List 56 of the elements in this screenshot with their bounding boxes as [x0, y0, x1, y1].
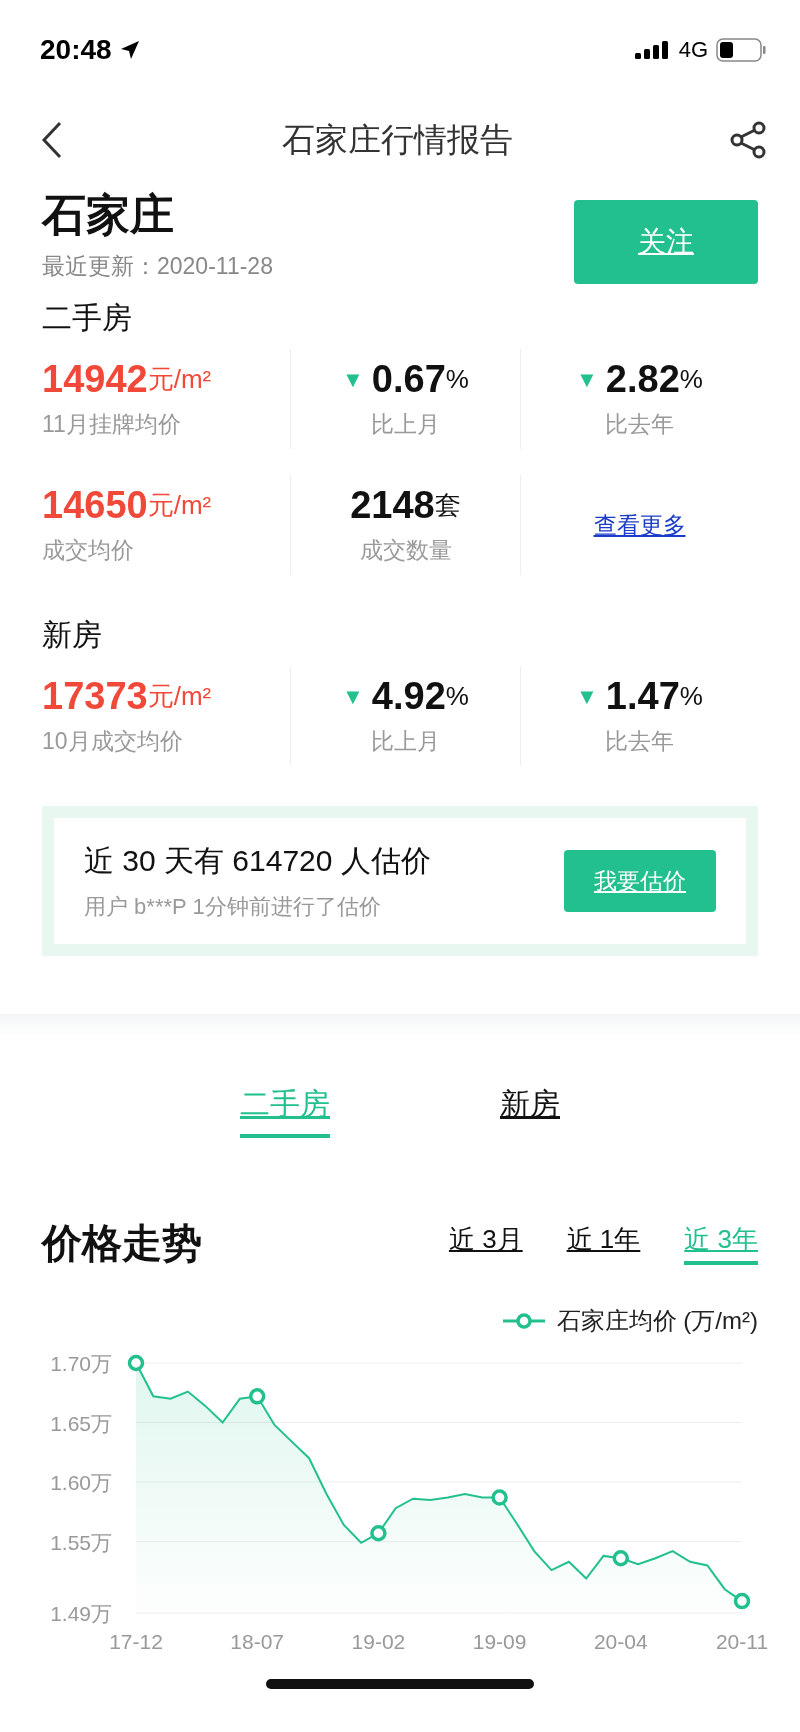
y-axis-label: 1.49万 [50, 1602, 112, 1625]
stat-label: 比上月 [371, 727, 440, 756]
network-type: 4G [678, 37, 708, 63]
down-arrow-icon: ▼ [576, 683, 598, 710]
clock-time: 20:48 [40, 34, 112, 66]
stat-label: 比去年 [605, 727, 674, 756]
back-icon[interactable] [40, 121, 64, 159]
price-value: 17373元/m² [42, 675, 212, 718]
y-axis-label: 1.70万 [50, 1352, 112, 1375]
section-title: 新房 [41, 617, 103, 653]
stat-label: 11月挂牌均价 [42, 410, 181, 439]
view-more-link[interactable]: 查看更多 [593, 509, 686, 541]
down-arrow-icon: ▼ [342, 683, 364, 710]
section-title: 二手房 [41, 300, 133, 336]
y-axis-label: 1.55万 [50, 1530, 112, 1554]
down-arrow-icon: ▼ [576, 366, 598, 393]
x-axis-label: 18-07 [230, 1630, 285, 1653]
change-value: 1.47% [605, 675, 703, 718]
city-name: 石家庄 [42, 189, 175, 241]
estimate-headline: 近 30 天有 614720 人估价 [84, 842, 431, 879]
data-point [248, 1388, 266, 1405]
change-value: 4.92% [371, 675, 469, 718]
stat-label: 10月成交均价 [42, 727, 183, 756]
legend-label: 石家庄均价 (万/m²) [556, 1306, 758, 1336]
stat-label: 成交数量 [359, 536, 452, 565]
range-option[interactable]: 近 3月 [448, 1222, 523, 1265]
share-icon[interactable] [730, 121, 766, 159]
down-arrow-icon: ▼ [342, 366, 364, 393]
y-axis-label: 1.65万 [50, 1411, 112, 1435]
range-option[interactable]: 近 1年 [566, 1222, 641, 1265]
x-axis-label: 17-12 [109, 1630, 163, 1653]
count-value: 2148套 [350, 484, 461, 527]
stat-label: 成交均价 [42, 536, 134, 565]
data-point [491, 1489, 508, 1506]
change-value: 2.82% [605, 358, 703, 401]
battery-icon [716, 38, 766, 62]
stat-label: 比去年 [605, 410, 674, 439]
trend-title: 价格走势 [42, 1220, 202, 1267]
location-arrow-icon [119, 40, 140, 60]
signal-icon [634, 41, 671, 59]
x-axis-label: 20-04 [593, 1630, 648, 1653]
x-axis-label: 19-09 [472, 1630, 527, 1653]
stat-label: 比上月 [371, 410, 440, 439]
x-axis-label: 20-11 [715, 1630, 769, 1653]
data-point [612, 1550, 630, 1567]
page-title: 石家庄行情报告 [281, 119, 513, 160]
data-point [370, 1525, 387, 1542]
legend-marker-icon [502, 1312, 545, 1330]
update-date: 最近更新：2020-11-28 [42, 252, 273, 281]
x-axis-label: 19-02 [351, 1630, 406, 1653]
y-axis-label: 1.60万 [50, 1471, 112, 1495]
estimate-subtext: 用户 b***P 1分钟前进行了估价 [84, 892, 382, 921]
price-value: 14650元/m² [42, 484, 212, 527]
price-value: 14942元/m² [42, 358, 212, 401]
tab[interactable]: 新房 [500, 1084, 560, 1138]
change-value: 0.67% [371, 358, 469, 401]
